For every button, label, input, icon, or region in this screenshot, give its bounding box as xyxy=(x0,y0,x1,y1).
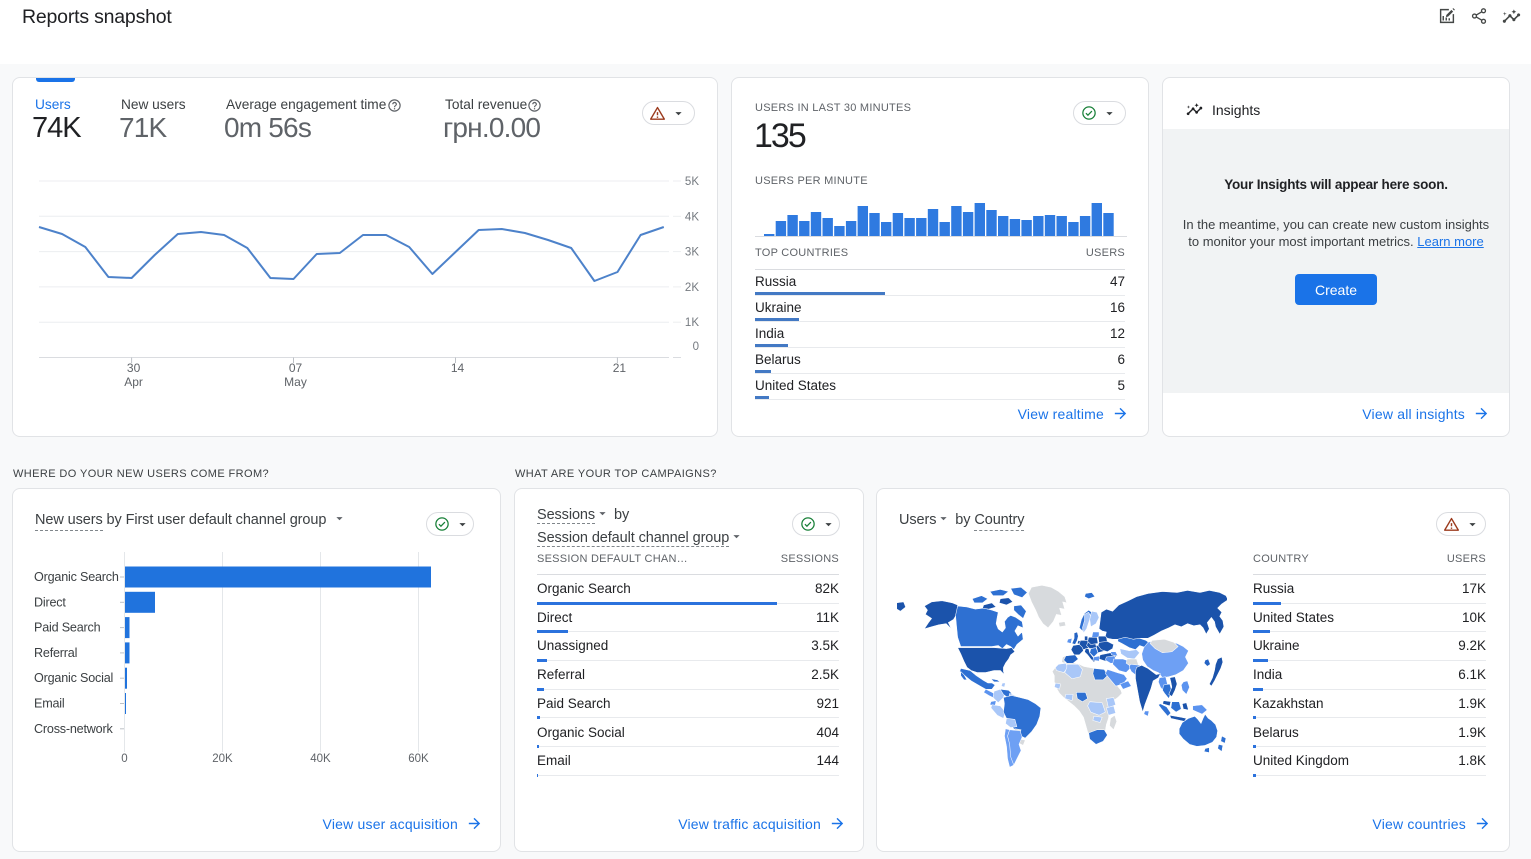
svg-text:07: 07 xyxy=(289,361,303,375)
svg-text:Organic Social: Organic Social xyxy=(34,671,113,685)
svg-text:Direct: Direct xyxy=(34,595,66,609)
svg-text:40K: 40K xyxy=(310,753,331,765)
svg-text:3K: 3K xyxy=(685,247,699,259)
svg-text:May: May xyxy=(284,375,307,389)
svg-text:Organic Search: Organic Search xyxy=(34,570,119,584)
svg-text:0: 0 xyxy=(121,753,127,765)
svg-text:60K: 60K xyxy=(408,753,429,765)
svg-text:Referral: Referral xyxy=(34,646,77,660)
svg-text:Apr: Apr xyxy=(124,375,143,389)
svg-text:5K: 5K xyxy=(685,176,699,188)
svg-text:Email: Email xyxy=(34,697,65,711)
svg-text:Cross-network: Cross-network xyxy=(34,722,113,736)
svg-text:21: 21 xyxy=(613,361,627,375)
svg-text:2K: 2K xyxy=(685,282,699,294)
svg-text:4K: 4K xyxy=(685,211,699,223)
svg-text:0: 0 xyxy=(693,341,699,353)
svg-text:Paid Search: Paid Search xyxy=(34,621,101,635)
svg-text:14: 14 xyxy=(451,361,465,375)
svg-text:20K: 20K xyxy=(212,753,233,765)
svg-text:30: 30 xyxy=(127,361,141,375)
svg-text:1K: 1K xyxy=(685,317,699,329)
